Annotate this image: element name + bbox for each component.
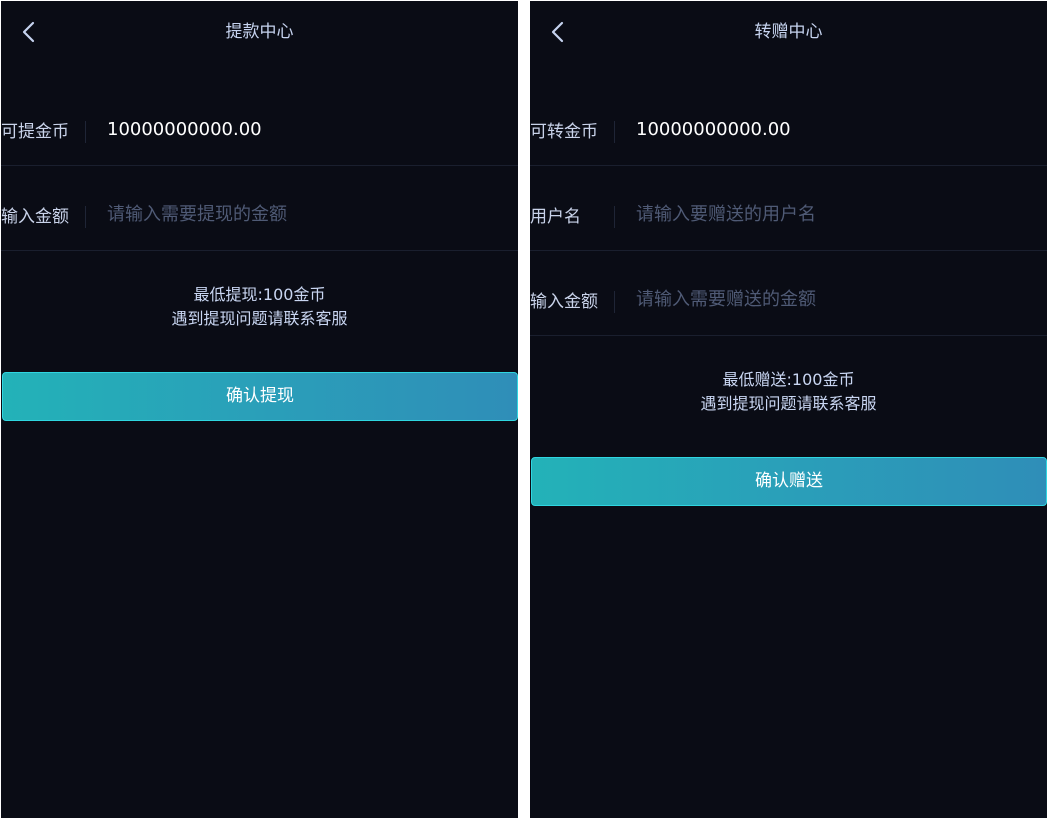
transferable-coins-row: 可转金币 10000000000.00 [530,80,1047,166]
username-label: 用户名 [530,207,581,227]
transfer-amount-row: 输入金额 [530,250,1047,336]
page-title: 转赠中心 [754,22,823,42]
transferable-coins-label: 可转金币 [530,122,598,142]
withdraw-screen: 提款中心 可提金币 10000000000.00 输入金额 最低提现:100金币… [1,1,518,818]
withdraw-notice: 最低提现:100金币 遇到提现问题请联系客服 [1,283,518,331]
available-coins-label: 可提金币 [1,122,69,142]
username-input[interactable] [630,199,1030,231]
minimum-transfer-text: 最低赠送:100金币 [722,370,855,389]
contact-support-text: 遇到提现问题请联系客服 [700,394,877,413]
available-coins-value: 10000000000.00 [107,119,262,140]
page-title: 提款中心 [225,22,294,42]
confirm-withdraw-button[interactable]: 确认提现 [2,372,518,421]
transfer-screen: 转赠中心 可转金币 10000000000.00 用户名 输入金额 最低赠送:1… [530,1,1047,818]
available-coins-row: 可提金币 10000000000.00 [1,80,518,166]
confirm-transfer-button[interactable]: 确认赠送 [531,457,1047,506]
row-divider [614,121,615,143]
transfer-amount-input[interactable] [630,284,1030,316]
row-divider [614,291,615,313]
withdraw-header: 提款中心 [1,1,518,63]
row-divider [85,121,86,143]
row-divider [85,206,86,228]
withdraw-amount-label: 输入金额 [1,207,69,227]
minimum-withdraw-text: 最低提现:100金币 [193,285,326,304]
transfer-notice: 最低赠送:100金币 遇到提现问题请联系客服 [530,368,1047,416]
withdraw-amount-input[interactable] [101,199,501,231]
username-row: 用户名 [530,165,1047,251]
contact-support-text: 遇到提现问题请联系客服 [171,309,348,328]
withdraw-amount-row: 输入金额 [1,165,518,251]
transfer-header: 转赠中心 [530,1,1047,63]
transfer-amount-label: 输入金额 [530,292,598,312]
row-divider [614,206,615,228]
transferable-coins-value: 10000000000.00 [636,119,791,140]
